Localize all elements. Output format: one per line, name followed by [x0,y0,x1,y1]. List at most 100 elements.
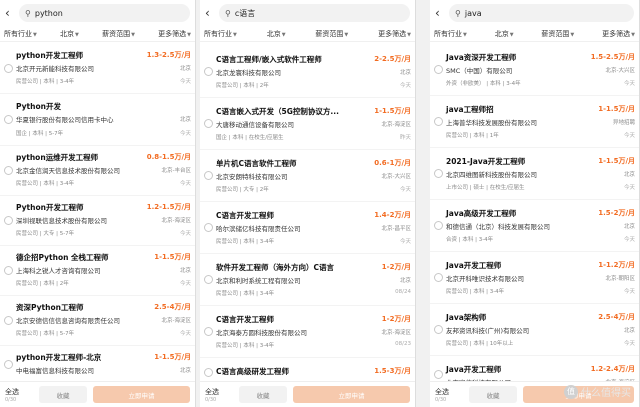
filter-city[interactable]: 北京▼ [267,29,286,39]
job-item[interactable]: 资深Python工程师 2.5-4万/月 北京安德信信信息咨询有限责任公司 北京… [0,296,195,346]
job-salary: 0.6-1万/月 [374,159,411,167]
select-all-button[interactable]: 全选 0/30 [435,387,469,403]
search-input[interactable]: ⚲ java [449,4,634,22]
job-checkbox[interactable] [434,370,443,379]
job-city: 北京-海淀区 [381,122,412,128]
job-date: 今天 [623,81,635,87]
filter-city[interactable]: 北京▼ [495,29,514,39]
bottom-action-bar: 全选 0/30 收藏 立即申请 [200,381,415,407]
job-item[interactable]: 2021-Java开发工程师 1-1.5万/月 北京四维图新科技股份有限公司 北… [430,148,639,200]
back-arrow-icon[interactable]: ‹ [205,6,219,20]
job-checkbox[interactable] [4,266,13,275]
job-checkbox[interactable] [204,223,213,232]
job-checkbox[interactable] [434,221,443,230]
select-all-button[interactable]: 全选 0/30 [205,387,239,403]
select-all-button[interactable]: 全选 0/30 [5,387,39,403]
favorite-button[interactable]: 收藏 [239,386,287,403]
filter-more[interactable]: 更多筛选▼ [602,29,635,39]
job-checkbox[interactable] [204,368,213,377]
job-item[interactable]: C语言嵌入式开发（5G控制协议方... 1-1.5万/月 大唐移动通信设备有限公… [200,98,415,150]
job-checkbox[interactable] [204,119,213,128]
job-salary: 1.4-2万/月 [374,211,411,219]
job-item[interactable]: Python开发工程师 1.2-1.5万/月 深圳视联信息技术股份有限公司 北京… [0,196,195,246]
job-item[interactable]: Java资深开发工程师 1.5-2.5万/月 SMC（中国）有限公司 北京-大兴… [430,44,639,96]
job-date: 今天 [623,185,635,191]
job-checkbox[interactable] [4,115,13,124]
job-meta: 民营公司 | 本科 | 2年 [16,281,69,287]
filter-city[interactable]: 北京▼ [60,29,79,39]
chevron-down-icon: ▼ [233,31,237,38]
job-item[interactable]: python开发工程师-北京 1-1.5万/月 中电福富信息科技有限公司 北京 [0,346,195,386]
job-checkbox[interactable] [434,117,443,126]
search-results-panel-c: ‹ ⚲ c语言 所有行业▼ 北京▼ 薪资范围▼ 更多筛选▼ C语言工程师/嵌入式… [200,0,416,407]
job-salary: 1.2-1.5万/月 [146,203,191,211]
job-item[interactable]: C语言开发工程师 1.4-2万/月 哈尔滨储亿科技有限责任公司 北京-昌平区 民… [200,202,415,254]
job-meta: 合资 | 本科 | 3-4年 [446,237,494,243]
job-checkbox[interactable] [204,171,213,180]
chevron-down-icon: ▼ [407,31,411,38]
back-arrow-icon[interactable]: ‹ [5,6,19,20]
job-item[interactable]: python开发工程师 1.3-2.5万/月 北京开元新能科技有限公司 北京 民… [0,44,195,94]
job-meta: 民营公司 | 本科 | 10年以上 [446,341,514,347]
job-date: 08/23 [395,341,411,347]
job-item[interactable]: python运维开发工程师 0.8-1.5万/月 北京金信润天信息技术股份有限公… [0,146,195,196]
job-checkbox[interactable] [434,65,443,74]
job-date: 今天 [399,83,411,89]
favorite-button[interactable]: 收藏 [39,386,87,403]
filter-salary[interactable]: 薪资范围▼ [102,29,135,39]
job-item[interactable]: 单片机C语言软件工程师 0.6-1万/月 北京安朗特科技有限公司 北京-大兴区 … [200,150,415,202]
job-item[interactable]: Java开发工程师 1-1.2万/月 北京开科唯识技术有限公司 北京-朝阳区 民… [430,252,639,304]
job-checkbox[interactable] [4,316,13,325]
search-input[interactable]: ⚲ c语言 [219,4,410,22]
search-input[interactable]: ⚲ python [19,4,190,22]
job-checkbox[interactable] [4,360,13,369]
job-item[interactable]: 德企招Python 全栈工程师 1-1.5万/月 上海科之锐人才咨询有限公司 北… [0,246,195,296]
job-salary: 1-1.5万/月 [154,253,191,261]
job-company: 北京四维图新科技股份有限公司 [446,171,537,179]
job-item[interactable]: Python开发 华夏银行股份有限公司信用卡中心 北京 国企 | 本科 | 5-… [0,94,195,146]
favorite-button[interactable]: 收藏 [469,386,517,403]
job-checkbox[interactable] [434,325,443,334]
filter-industry[interactable]: 所有行业▼ [4,29,37,39]
watermark-logo-icon: 值 [564,384,578,399]
filter-industry[interactable]: 所有行业▼ [434,29,467,39]
job-item[interactable]: C语言开发工程师 1-2万/月 北京海泰方圆科技股份有限公司 北京-海淀区 民营… [200,306,415,358]
job-city: 北京-大兴区 [605,68,636,74]
job-checkbox[interactable] [4,64,13,73]
job-title: 软件开发工程师（海外方向）C语言 [216,263,335,272]
job-checkbox[interactable] [4,166,13,175]
job-item[interactable]: Java高级开发工程师 1.5-2万/月 和德信通（北京）科技发展有限公司 北京… [430,200,639,252]
filter-salary[interactable]: 薪资范围▼ [541,29,574,39]
job-checkbox[interactable] [204,67,213,76]
filter-salary[interactable]: 薪资范围▼ [315,29,348,39]
job-company: 北京海泰方圆科技股份有限公司 [216,329,307,337]
job-checkbox[interactable] [204,275,213,284]
search-icon: ⚲ [225,8,231,18]
job-title: Java高级开发工程师 [446,209,517,218]
job-item[interactable]: java工程师招 1-1.5万/月 上海普华科技发展股份有限公司 异地招聘 民营… [430,96,639,148]
job-date: 今天 [623,237,635,243]
job-checkbox[interactable] [204,327,213,336]
job-date: 昨天 [399,135,411,141]
filter-more[interactable]: 更多筛选▼ [378,29,411,39]
job-item[interactable]: Java架构师 2.5-4万/月 友邦资讯科技(广州)有限公司 北京 民营公司 … [430,304,639,356]
filter-more[interactable]: 更多筛选▼ [158,29,191,39]
job-meta: 民营公司 | 本科 | 3-4年 [216,343,275,349]
job-company: 北京金信润天信息技术股份有限公司 [16,167,120,175]
job-company: 上海科之锐人才咨询有限公司 [16,267,101,275]
job-title: 德企招Python 全栈工程师 [16,253,109,262]
job-checkbox[interactable] [434,169,443,178]
back-arrow-icon[interactable]: ‹ [435,6,449,20]
job-title: java工程师招 [446,105,494,114]
job-city: 北京 [623,172,635,178]
search-results-panel-java: ‹ ⚲ java 所有行业▼ 北京▼ 薪资范围▼ 更多筛选▼ Java资深开发工… [430,0,640,407]
apply-button[interactable]: 立即申请 [293,386,410,403]
job-checkbox[interactable] [434,273,443,282]
apply-button[interactable]: 立即申请 [93,386,190,403]
job-item[interactable]: 软件开发工程师（海外方向）C语言 1-2万/月 北京和利时系统工程有限公司 北京… [200,254,415,306]
filter-industry[interactable]: 所有行业▼ [204,29,237,39]
job-date: 今天 [179,281,191,287]
job-item[interactable]: C语言工程师/嵌入式软件工程师 2-2.5万/月 北京龙寰科技有限公司 北京 民… [200,46,415,98]
bottom-action-bar: 全选 0/30 收藏 立即申请 [0,381,195,407]
job-checkbox[interactable] [4,216,13,225]
